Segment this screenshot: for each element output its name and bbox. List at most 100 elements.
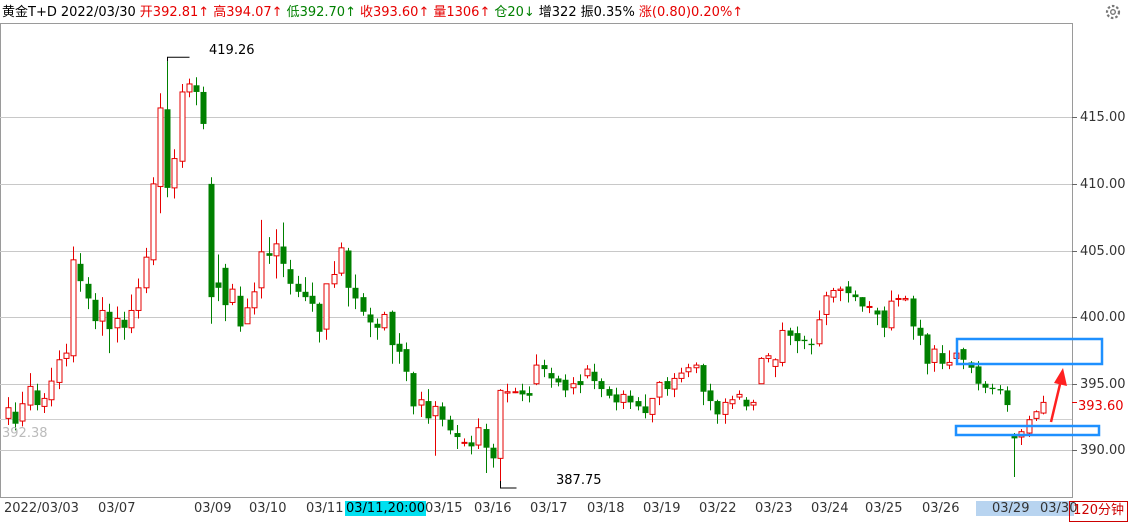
candle-up [331,273,338,285]
candle-up [461,441,468,444]
candle-down [439,406,446,420]
candle-down [917,327,924,336]
candle-up [19,403,26,422]
x-label: 03/26 [922,501,960,516]
candle-down [92,299,99,322]
x-label: 03/25 [865,501,903,516]
candle-up [830,289,837,298]
candle-down [989,387,996,390]
candle-down [975,366,982,384]
candle-down [237,295,244,327]
candle-down [77,263,84,282]
candle-up [685,367,692,373]
y-tick-label: 390.00 [1080,442,1126,458]
candle-up [823,295,830,315]
candle-down [939,353,946,364]
candle-down [280,246,287,264]
candle-up [1033,411,1040,419]
candle-up [866,305,873,308]
candle-up [150,183,157,261]
candle-up [902,297,909,301]
candle-up [504,391,511,394]
y-tick-label: 395.00 [1080,376,1126,392]
candle-up [229,288,236,303]
low-leader [500,481,517,489]
candle-up [48,380,55,401]
period-selector[interactable]: 120分钟 [1069,501,1128,522]
candle-up [946,361,953,366]
candle-down [403,349,410,372]
candle-down [396,343,403,352]
candle-down [548,373,555,379]
candle-down [302,291,309,298]
candle-down [316,303,323,332]
candle-up [186,83,193,93]
candle-down [707,390,714,402]
candle-down [526,393,533,396]
candle-down [309,295,316,304]
candle-down [562,379,569,391]
candle-down [794,333,801,342]
arrow-shaft [1049,379,1063,423]
candle-down [808,343,815,346]
candle-up [114,317,121,329]
candle-up [678,372,685,379]
close-label: 收393.60↑ [359,5,430,20]
candle-up [729,399,736,405]
candle-up [63,352,70,359]
candle-up [620,393,627,403]
candle-down [982,383,989,388]
date-label: 2022/03/30 [60,5,136,20]
candle-up [736,393,743,398]
symbol-label: 黄金T+D [2,5,57,20]
candle-up [258,251,265,289]
candle-down [997,389,1004,391]
candle-down [121,319,128,328]
candle-down [924,334,931,364]
candle-down [845,286,852,294]
candle-down [468,442,475,447]
candlestick-chart[interactable] [0,0,1128,521]
candle-down [352,287,359,299]
high-leader [167,56,190,62]
gear-icon[interactable] [1104,3,1122,21]
candle-up [143,256,150,289]
candle-down [859,297,866,307]
candle-down [287,269,294,284]
candle-down [367,314,374,323]
candle-down [960,349,967,360]
y-tick-label: 415.00 [1080,109,1126,125]
x-label: 03/11 [306,501,344,516]
candle-up [750,401,757,406]
candle-up [837,288,844,291]
candle-up [888,300,895,329]
candle-up [722,401,729,415]
candle-up [475,427,482,446]
candle-up [1040,401,1047,414]
candle-up [338,247,345,274]
candle-down [627,395,634,403]
candle-up [765,355,772,359]
high-label: 高394.07↑ [213,5,283,20]
arrow-head [1054,368,1067,386]
candle-down [606,389,613,396]
change-label: 涨(0.80)0.20%↑ [638,5,744,20]
x-label-first: 2022/03/03 [4,501,79,516]
candle-up [671,377,678,390]
candle-down [664,381,671,390]
x-label: 03/29 [976,501,1040,516]
candle-up [41,397,48,407]
low-annotation: 387.75 [556,473,602,488]
candle-up [779,329,786,363]
candle-up [251,291,258,309]
candle-up [584,368,591,377]
candle-down [910,298,917,327]
candle-down [541,365,548,370]
candle-up [128,309,135,329]
candle-down [852,294,859,298]
x-label: 03/18 [587,501,625,516]
candle-down [447,419,454,431]
x-label: 03/24 [811,501,849,516]
x-label: 03/16 [474,501,512,516]
last-price-label: 393.60 [1078,399,1124,414]
